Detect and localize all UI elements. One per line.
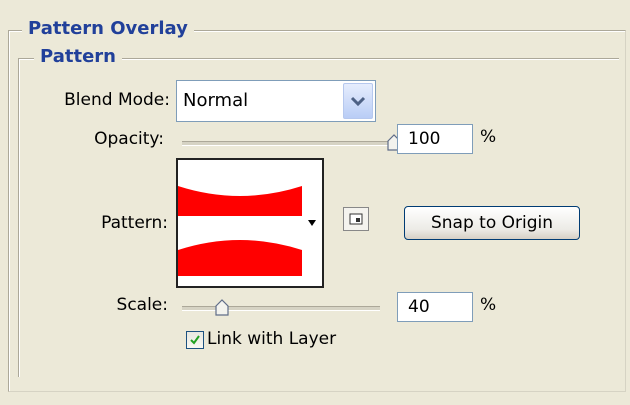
chevron-down-icon[interactable] xyxy=(343,83,373,119)
new-preset-icon[interactable] xyxy=(343,207,369,231)
blend-mode-label: Blend Mode: xyxy=(64,90,170,110)
link-with-layer-checkbox[interactable] xyxy=(186,331,204,349)
pattern-swatch[interactable] xyxy=(178,160,304,286)
dropdown-arrow-icon[interactable] xyxy=(302,160,322,286)
pattern-overlay-title: Pattern Overlay xyxy=(22,18,194,40)
link-with-layer-label: Link with Layer xyxy=(207,329,337,349)
blend-mode-value: Normal xyxy=(183,90,249,111)
pattern-picker[interactable] xyxy=(176,158,324,288)
pattern-overlay-panel: Pattern Overlay Pattern Blend Mode: Norm… xyxy=(0,0,630,405)
scale-unit: % xyxy=(480,295,497,315)
opacity-slider-track[interactable] xyxy=(182,141,394,146)
pattern-label: Pattern: xyxy=(101,213,168,233)
snap-to-origin-button[interactable]: Snap to Origin xyxy=(404,206,580,240)
blend-mode-select[interactable]: Normal xyxy=(176,80,376,122)
scale-label: Scale: xyxy=(116,295,168,315)
checkmark-icon xyxy=(190,335,200,345)
pattern-group-title: Pattern xyxy=(34,46,122,68)
opacity-label: Opacity: xyxy=(94,129,164,149)
scale-input[interactable]: 40 xyxy=(397,292,473,322)
opacity-unit: % xyxy=(480,127,497,147)
opacity-input[interactable]: 100 xyxy=(397,124,473,154)
slider-thumb-icon[interactable] xyxy=(213,299,231,317)
